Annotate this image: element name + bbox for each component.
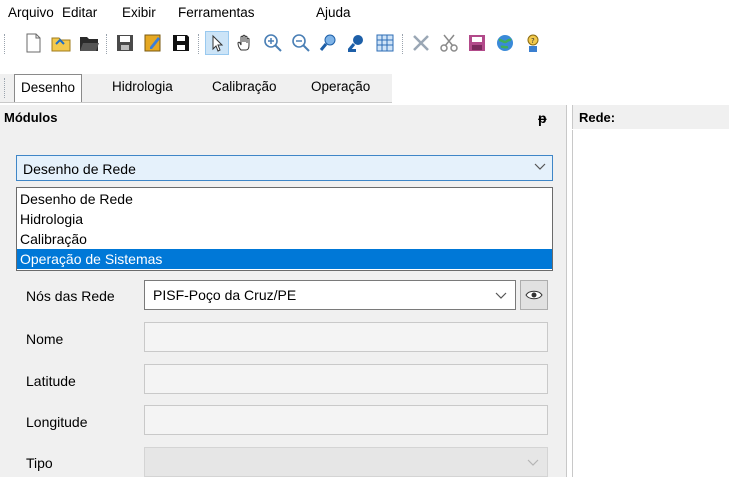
menu-ferramentas[interactable]: Ferramentas xyxy=(178,5,255,20)
toolbar-separator xyxy=(198,34,201,54)
save-icon[interactable] xyxy=(114,32,136,54)
tab-operacao[interactable]: Operação xyxy=(305,74,376,100)
edit-icon[interactable] xyxy=(142,32,164,54)
zoom-out-icon[interactable] xyxy=(290,32,312,54)
menu-editar[interactable]: Editar xyxy=(62,5,97,20)
menu-bar: Arquivo Editar Exibir Ferramentas Ajuda xyxy=(0,0,729,24)
nos-label: Nós das Rede xyxy=(26,288,115,304)
dropdown-option-desenho[interactable]: Desenho de Rede xyxy=(17,189,552,209)
zoom-window-icon[interactable] xyxy=(346,32,368,54)
module-dropdown-list: Desenho de Rede Hidrologia Calibração Op… xyxy=(16,187,553,271)
help-icon[interactable]: ? xyxy=(522,32,544,54)
longitude-field[interactable] xyxy=(144,405,548,435)
network-canvas[interactable] xyxy=(572,130,729,477)
modules-panel-header: Módulos ᵽ xyxy=(0,105,566,129)
toolbar-grip xyxy=(4,34,7,54)
save-as-icon[interactable] xyxy=(170,32,192,54)
toolbar-separator xyxy=(106,34,109,54)
pointer-icon[interactable] xyxy=(205,31,229,55)
tipo-label: Tipo xyxy=(26,455,53,471)
svg-text:?: ? xyxy=(531,37,535,45)
latitude-field[interactable] xyxy=(144,364,548,394)
view-node-button[interactable] xyxy=(520,280,548,310)
tools-icon[interactable] xyxy=(410,32,432,54)
eye-icon xyxy=(525,290,543,300)
dropdown-option-calibracao[interactable]: Calibração xyxy=(17,229,552,249)
open-icon[interactable] xyxy=(50,32,72,54)
network-panel-title: Rede: xyxy=(579,110,616,125)
chevron-down-icon xyxy=(495,292,507,299)
cut-icon[interactable] xyxy=(438,32,460,54)
new-file-icon[interactable] xyxy=(22,32,44,54)
tipo-select[interactable] xyxy=(144,447,548,477)
nome-label: Nome xyxy=(26,331,64,347)
longitude-label: Longitude xyxy=(26,414,88,430)
zoom-extent-icon[interactable] xyxy=(318,32,340,54)
nos-select[interactable]: PISF-Poço da Cruz/PE xyxy=(144,280,516,310)
toolbar: ? xyxy=(0,28,729,60)
module-select[interactable]: Desenho de Rede xyxy=(16,155,553,181)
open-folder-icon[interactable] xyxy=(78,32,100,54)
module-tabs: Desenho Hidrologia Calibração Operação xyxy=(0,74,392,103)
tab-calibracao[interactable]: Calibração xyxy=(206,74,283,100)
toolbar-separator xyxy=(402,34,405,54)
menu-exibir[interactable]: Exibir xyxy=(122,5,156,20)
network-panel-header: Rede: xyxy=(572,105,729,129)
export-icon[interactable] xyxy=(466,32,488,54)
globe-icon[interactable] xyxy=(494,32,516,54)
pan-hand-icon[interactable] xyxy=(234,32,256,54)
tab-desenho[interactable]: Desenho xyxy=(14,74,83,102)
module-select-value: Desenho de Rede xyxy=(23,161,136,177)
pin-icon[interactable]: ᵽ xyxy=(538,110,547,126)
latitude-label: Latitude xyxy=(26,373,76,389)
chevron-down-icon xyxy=(534,163,546,170)
modules-panel-title: Módulos xyxy=(4,110,58,125)
chevron-down-icon xyxy=(527,459,539,466)
grid-icon[interactable] xyxy=(374,32,396,54)
zoom-in-icon[interactable] xyxy=(262,32,284,54)
dropdown-option-hidrologia[interactable]: Hidrologia xyxy=(17,209,552,229)
tabs-grip xyxy=(4,78,7,98)
menu-ajuda[interactable]: Ajuda xyxy=(316,5,351,20)
dropdown-option-operacao[interactable]: Operação de Sistemas xyxy=(17,249,552,269)
nos-select-value: PISF-Poço da Cruz/PE xyxy=(153,287,297,303)
tab-hidrologia[interactable]: Hidrologia xyxy=(106,74,179,100)
nome-field[interactable] xyxy=(144,322,548,352)
menu-arquivo[interactable]: Arquivo xyxy=(8,5,54,20)
